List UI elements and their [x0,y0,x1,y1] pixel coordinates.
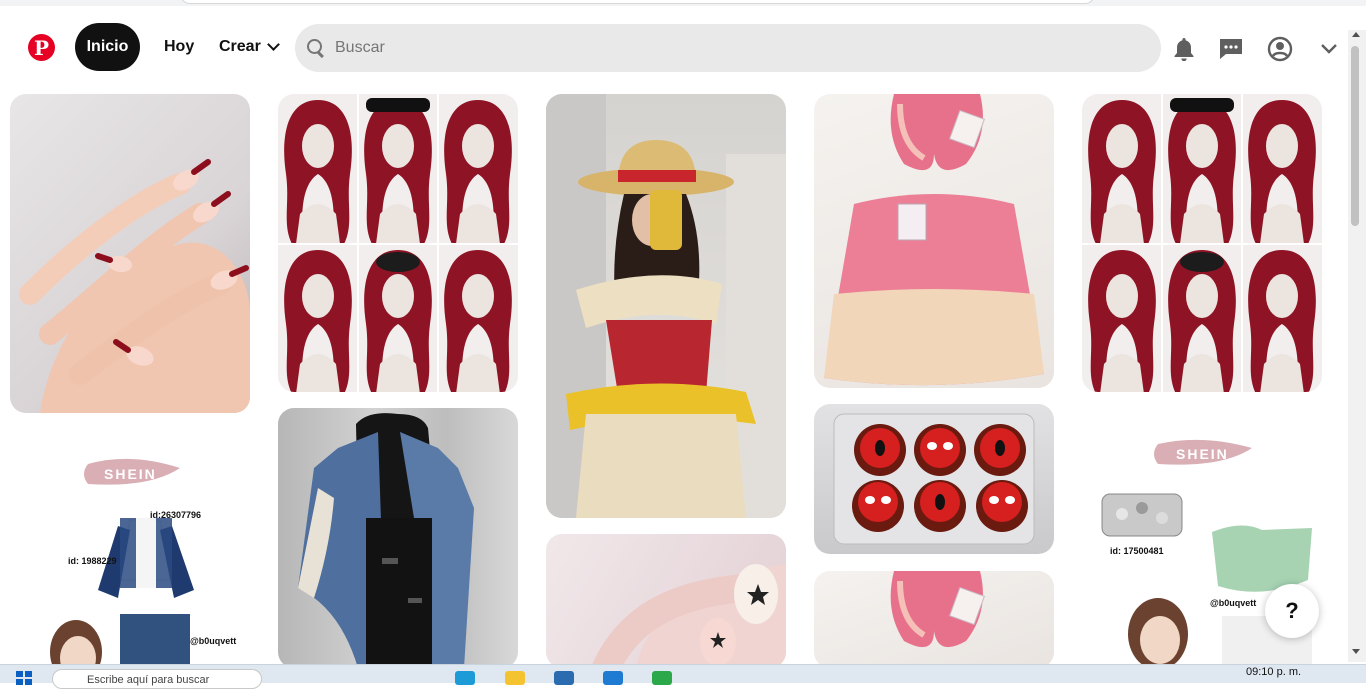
wigs-grid-image [278,94,518,392]
item-id-label: id: 1988229 [68,556,117,566]
pin-red-wigs-grid[interactable] [278,94,518,392]
pin-star-nails[interactable] [546,534,786,668]
cupcakes-image [833,413,1035,545]
pinterest-logo-icon[interactable]: P [28,34,55,61]
pin-spiderman-cupcakes[interactable] [814,404,1054,554]
shein-brand-text: SHEIN [1176,446,1229,462]
item-id-label: id: 17500481 [1110,546,1164,556]
crochet-set-image [890,571,985,648]
profile-avatar-icon[interactable] [1267,36,1293,62]
nav-home-button[interactable]: Inicio [75,23,140,71]
search-input[interactable] [335,39,1115,57]
nails-image [19,159,250,413]
browser-tabstrip [180,0,1095,4]
scroll-up-arrow-icon[interactable] [1352,32,1360,37]
nav-today-link[interactable]: Hoy [164,38,194,56]
scroll-down-arrow-icon[interactable] [1352,649,1360,654]
help-button[interactable]: ? [1265,584,1319,638]
shein-brand-text: SHEIN [104,466,157,482]
page-scrollbar[interactable] [1348,30,1366,662]
top-nav-bar: P Inicio Hoy Crear [0,8,1348,88]
crochet-set-image [824,94,1044,386]
pin-red-french-nails[interactable] [10,94,250,413]
browser-frame-top [0,0,1366,6]
pin-red-wigs-grid-2[interactable] [1082,94,1322,392]
pin-pirate-costume-selfie[interactable] [546,94,786,518]
pin-pink-crochet-set[interactable] [814,94,1054,388]
pin-pink-crochet-set-2[interactable] [814,571,1054,668]
scrollbar-thumb[interactable] [1351,46,1359,226]
jacket-outfit-image [298,413,474,668]
notifications-bell-icon[interactable] [1171,36,1197,62]
taskbar-search-input[interactable]: Escribe aquí para buscar [52,669,262,689]
nav-create-label: Crear [219,38,261,55]
creator-handle-label: @b0uqvett [1210,598,1257,608]
search-bar[interactable] [295,24,1161,72]
account-menu-chevron-icon[interactable] [1316,36,1342,62]
messages-icon[interactable] [1218,36,1244,62]
pin-denim-jacket-outfit[interactable] [278,408,518,668]
star-nails-image [592,564,786,668]
taskbar-clock: 09:10 p. m. [1246,666,1302,678]
creator-handle-label: @b0uqvett [190,636,237,646]
item-id-label: id:26307796 [150,510,202,520]
nav-create-dropdown[interactable]: Crear [219,37,280,56]
wigs-grid-image [1082,94,1322,392]
chevron-down-icon [266,37,280,51]
costume-selfie-image [546,94,786,518]
pin-shein-outfit-1[interactable]: SHEIN id:26307796 id: 1988229 @b0uqvett [10,430,250,670]
search-icon [307,39,325,57]
os-taskbar: Escribe aquí para buscar 09:10 p. m. [0,664,1366,689]
